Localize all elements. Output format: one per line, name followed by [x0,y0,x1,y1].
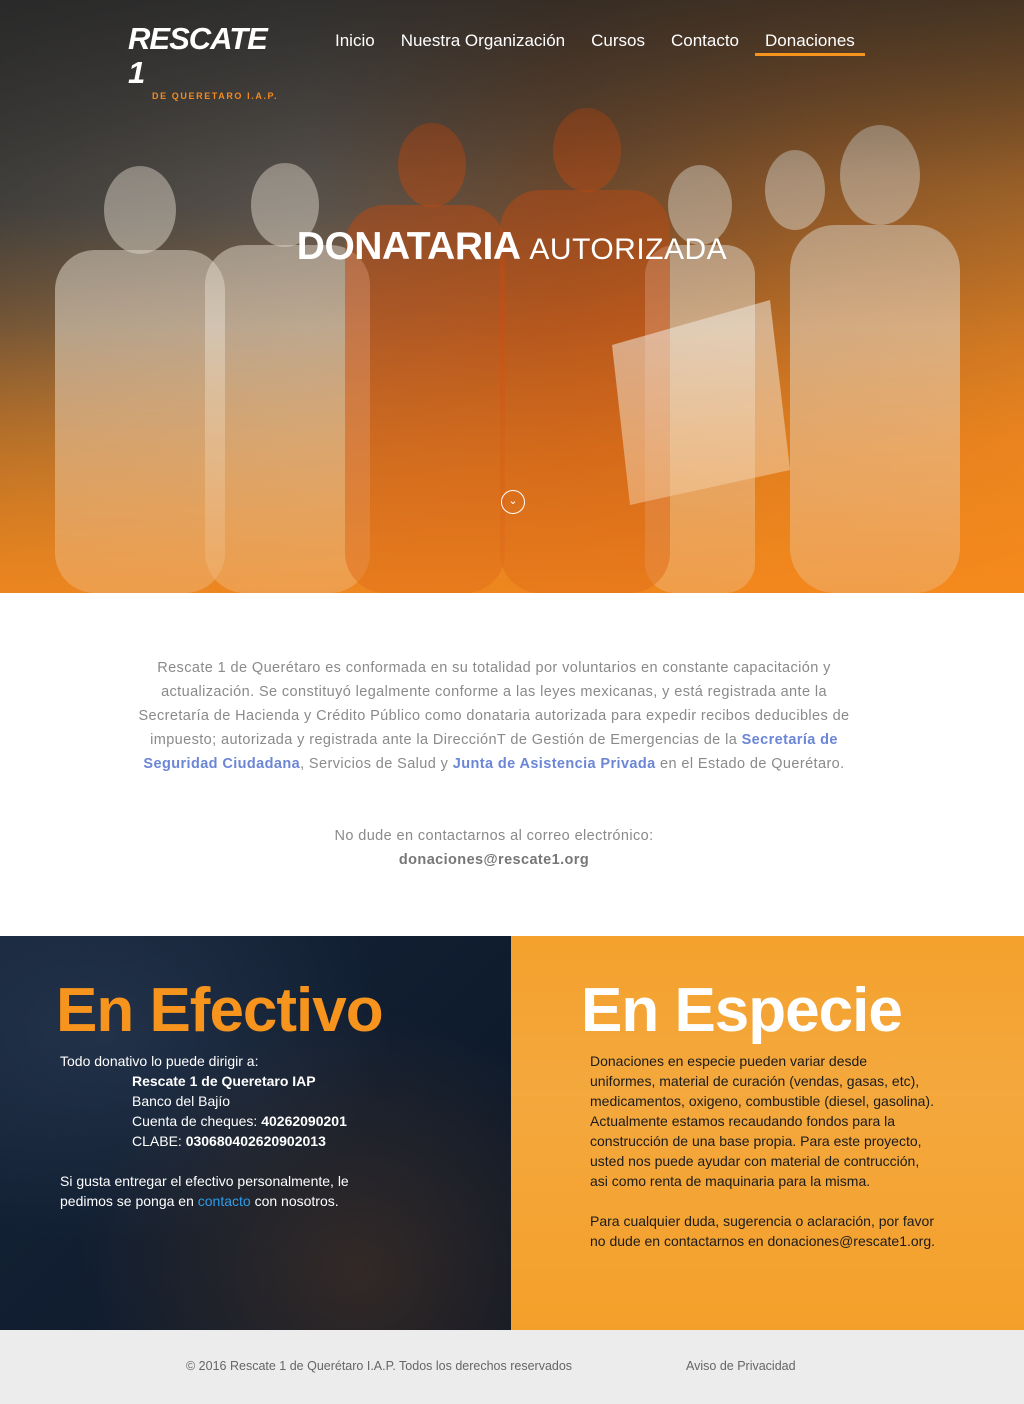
cash-body: Todo donativo lo puede dirigir a: Rescat… [60,1051,390,1211]
nav-item-inicio[interactable]: Inicio [325,30,385,56]
personal-note-b: con nosotros. [250,1193,339,1209]
logo-wordmark: RESCATE 1 [128,21,268,90]
bank-name: Banco del Bajío [132,1093,231,1109]
in-kind-title: En Especie [581,976,903,1045]
contact-email[interactable]: donaciones@rescate1.org [399,852,589,868]
scroll-down-button[interactable]: ⌄ [501,490,525,514]
in-kind-paragraph-2: Para cualquier duda, sugerencia o aclara… [590,1213,936,1249]
link-junta-asistencia[interactable]: Junta de Asistencia Privada [453,756,656,772]
cash-intro: Todo donativo lo puede dirigir a: [60,1053,259,1069]
intro-text-c: en el Estado de Querétaro. [655,756,845,772]
clabe-label: CLABE: [132,1133,186,1149]
copyright-text: © 2016 Rescate 1 de Querétaro I.A.P. Tod… [186,1359,573,1373]
cash-title: En Efectivo [56,976,384,1045]
in-kind-body: Donaciones en especie pueden variar desd… [590,1051,935,1251]
cash-personal-note: Si gusta entregar el efectivo personalme… [60,1171,390,1211]
account-name: Rescate 1 de Queretaro IAP [132,1073,316,1089]
site-logo[interactable]: RESCATE 1 DE QUERETARO I.A.P. [128,22,288,102]
site-footer: © 2016 Rescate 1 de Querétaro I.A.P. Tod… [0,1330,1024,1404]
hero-banner: RESCATE 1 DE QUERETARO I.A.P. Inicio Nue… [0,0,1024,593]
intro-text-b: , Servicios de Salud y [300,756,453,772]
nav-item-cursos[interactable]: Cursos [581,30,655,56]
main-nav: Inicio Nuestra Organización Cursos Conta… [325,30,871,56]
contact-text: No dude en contactarnos al correo electr… [334,828,654,844]
logo-subtitle: DE QUERETARO I.A.P. [152,91,279,101]
nav-item-donaciones[interactable]: Donaciones [755,30,865,56]
nav-item-contacto[interactable]: Contacto [661,30,749,56]
in-kind-donation-section: En Especie Donaciones en especie pueden … [511,936,1024,1330]
clabe-number: 030680402620902013 [185,1133,326,1149]
nav-item-organizacion[interactable]: Nuestra Organización [391,30,575,56]
intro-section: Rescate 1 de Querétaro es conformada en … [0,593,1024,936]
cheques-number: 40262090201 [261,1113,347,1129]
chevron-down-icon: ⌄ [508,495,518,507]
privacy-link[interactable]: Aviso de Privacidad [686,1359,796,1373]
intro-paragraph: Rescate 1 de Querétaro es conformada en … [130,656,858,776]
account-details: Rescate 1 de Queretaro IAP Banco del Baj… [132,1071,390,1151]
in-kind-paragraph-1: Donaciones en especie pueden variar desd… [590,1053,934,1189]
hero-title: DONATARIA AUTORIZADA [0,225,1024,269]
cash-donation-section: En Efectivo Todo donativo lo puede dirig… [0,936,511,1330]
contact-link[interactable]: contacto [198,1193,251,1209]
cheques-label: Cuenta de cheques: [132,1113,262,1129]
hero-title-light: AUTORIZADA [529,233,728,266]
contact-paragraph: No dude en contactarnos al correo electr… [130,824,858,872]
hero-title-bold: DONATARIA [296,225,521,268]
